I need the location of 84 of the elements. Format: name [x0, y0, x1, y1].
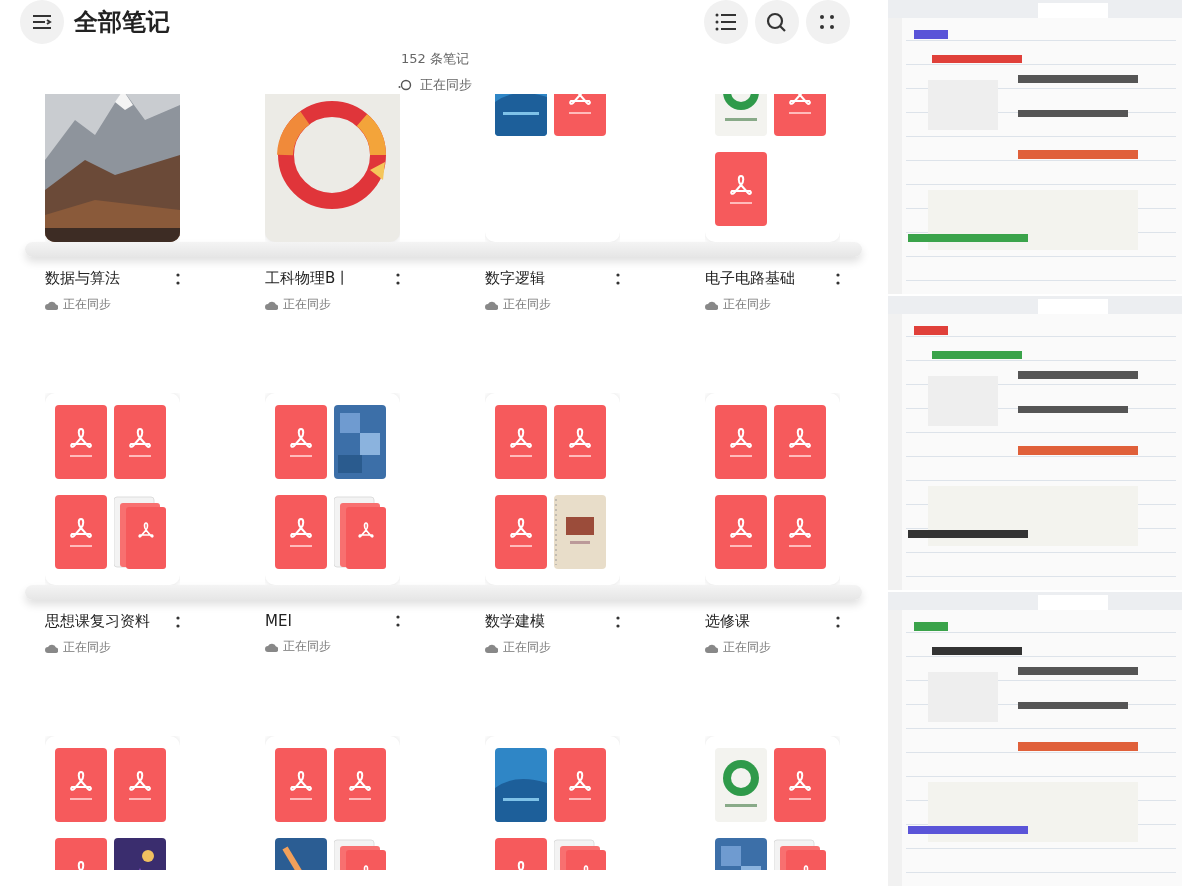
- pdf-thumbnail[interactable]: [715, 405, 767, 479]
- pdf-thumbnail[interactable]: [55, 495, 107, 569]
- sync-status: 正在同步: [63, 639, 111, 656]
- more-options-button[interactable]: [806, 0, 850, 44]
- sync-icon: [398, 79, 412, 91]
- pdf-icon: [568, 770, 592, 792]
- pdf-icon: [69, 427, 93, 449]
- pdf-icon: [128, 770, 152, 792]
- pdf-thumbnail[interactable]: [275, 495, 327, 569]
- pdf-thumbnail[interactable]: [554, 405, 606, 479]
- more-icon[interactable]: [836, 614, 840, 629]
- more-icon[interactable]: [836, 271, 840, 286]
- list-view-button[interactable]: [704, 0, 748, 44]
- search-button[interactable]: [755, 0, 799, 44]
- more-icon[interactable]: [616, 271, 620, 286]
- cloud-icon: [265, 299, 278, 310]
- notebook-title: 选修课: [705, 612, 750, 631]
- search-icon: [766, 12, 788, 32]
- menu-button[interactable]: [20, 0, 64, 44]
- sync-status: 正在同步: [283, 638, 331, 655]
- pdf-thumbnail[interactable]: [114, 405, 166, 479]
- pdf-icon: [289, 770, 313, 792]
- pdf-icon: [788, 517, 812, 539]
- more-icon[interactable]: [176, 614, 180, 629]
- pdf-icon: [729, 174, 753, 196]
- more-icon[interactable]: [616, 614, 620, 629]
- pdf-icon: [729, 427, 753, 449]
- page-title: 全部笔记: [74, 7, 170, 38]
- pdf-thumbnail[interactable]: [55, 405, 107, 479]
- more-icon[interactable]: [396, 271, 400, 286]
- notebook-title: 工科物理B丨: [265, 269, 351, 288]
- pdf-icon: [509, 427, 533, 449]
- pdf-thumbnail[interactable]: [715, 152, 767, 226]
- notebook-title: 电子电路基础: [705, 269, 795, 288]
- list-icon: [715, 12, 737, 32]
- pdf-icon: [729, 517, 753, 539]
- pdf-thumbnail[interactable]: [275, 748, 327, 822]
- note-count: 152 条笔记: [401, 50, 469, 68]
- pdf-thumbnail[interactable]: [715, 495, 767, 569]
- sync-status: 正在同步: [63, 296, 111, 313]
- pdf-thumbnail[interactable]: [495, 405, 547, 479]
- pdf-icon: [568, 427, 592, 449]
- notebook-title: 思想课复习资料: [45, 612, 150, 631]
- notebook-title: 数据与算法: [45, 269, 120, 288]
- pdf-thumbnail[interactable]: [774, 495, 826, 569]
- pdf-thumbnail[interactable]: [114, 748, 166, 822]
- pdf-thumbnail[interactable]: [275, 405, 327, 479]
- sync-status: 正在同步: [723, 639, 771, 656]
- pdf-thumbnail[interactable]: [774, 405, 826, 479]
- pdf-thumbnail[interactable]: [554, 748, 606, 822]
- notebook-title: 数字逻辑: [485, 269, 545, 288]
- pdf-thumbnail[interactable]: [334, 748, 386, 822]
- cloud-icon: [265, 641, 278, 652]
- pdf-thumbnail[interactable]: [55, 748, 107, 822]
- pdf-thumbnail[interactable]: [774, 748, 826, 822]
- notebook-title: 数学建模: [485, 612, 545, 631]
- menu-icon: [32, 14, 52, 30]
- cloud-icon: [45, 299, 58, 310]
- sync-status: 正在同步: [723, 296, 771, 313]
- pdf-stack-icon[interactable]: [114, 495, 166, 569]
- pdf-thumbnail[interactable]: [495, 495, 547, 569]
- pdf-icon: [509, 517, 533, 539]
- pdf-stack-icon[interactable]: [334, 495, 386, 569]
- more-icon[interactable]: [396, 614, 400, 628]
- pdf-icon: [128, 427, 152, 449]
- sync-status: 正在同步: [283, 296, 331, 313]
- pdf-icon: [69, 770, 93, 792]
- pdf-icon: [289, 427, 313, 449]
- more-icon[interactable]: [176, 271, 180, 286]
- cloud-icon: [45, 642, 58, 653]
- pdf-icon: [348, 770, 372, 792]
- cloud-icon: [705, 299, 718, 310]
- notebook-cover[interactable]: [45, 94, 180, 242]
- notebook-title: MEI: [265, 612, 292, 630]
- sync-status: 正在同步: [503, 639, 551, 656]
- sync-status: 正在同步: [420, 76, 472, 94]
- pdf-icon: [788, 427, 812, 449]
- pdf-icon: [289, 517, 313, 539]
- pdf-icon: [69, 517, 93, 539]
- pdf-icon: [788, 770, 812, 792]
- sync-status: 正在同步: [503, 296, 551, 313]
- cloud-icon: [485, 642, 498, 653]
- cloud-icon: [705, 642, 718, 653]
- cloud-icon: [485, 299, 498, 310]
